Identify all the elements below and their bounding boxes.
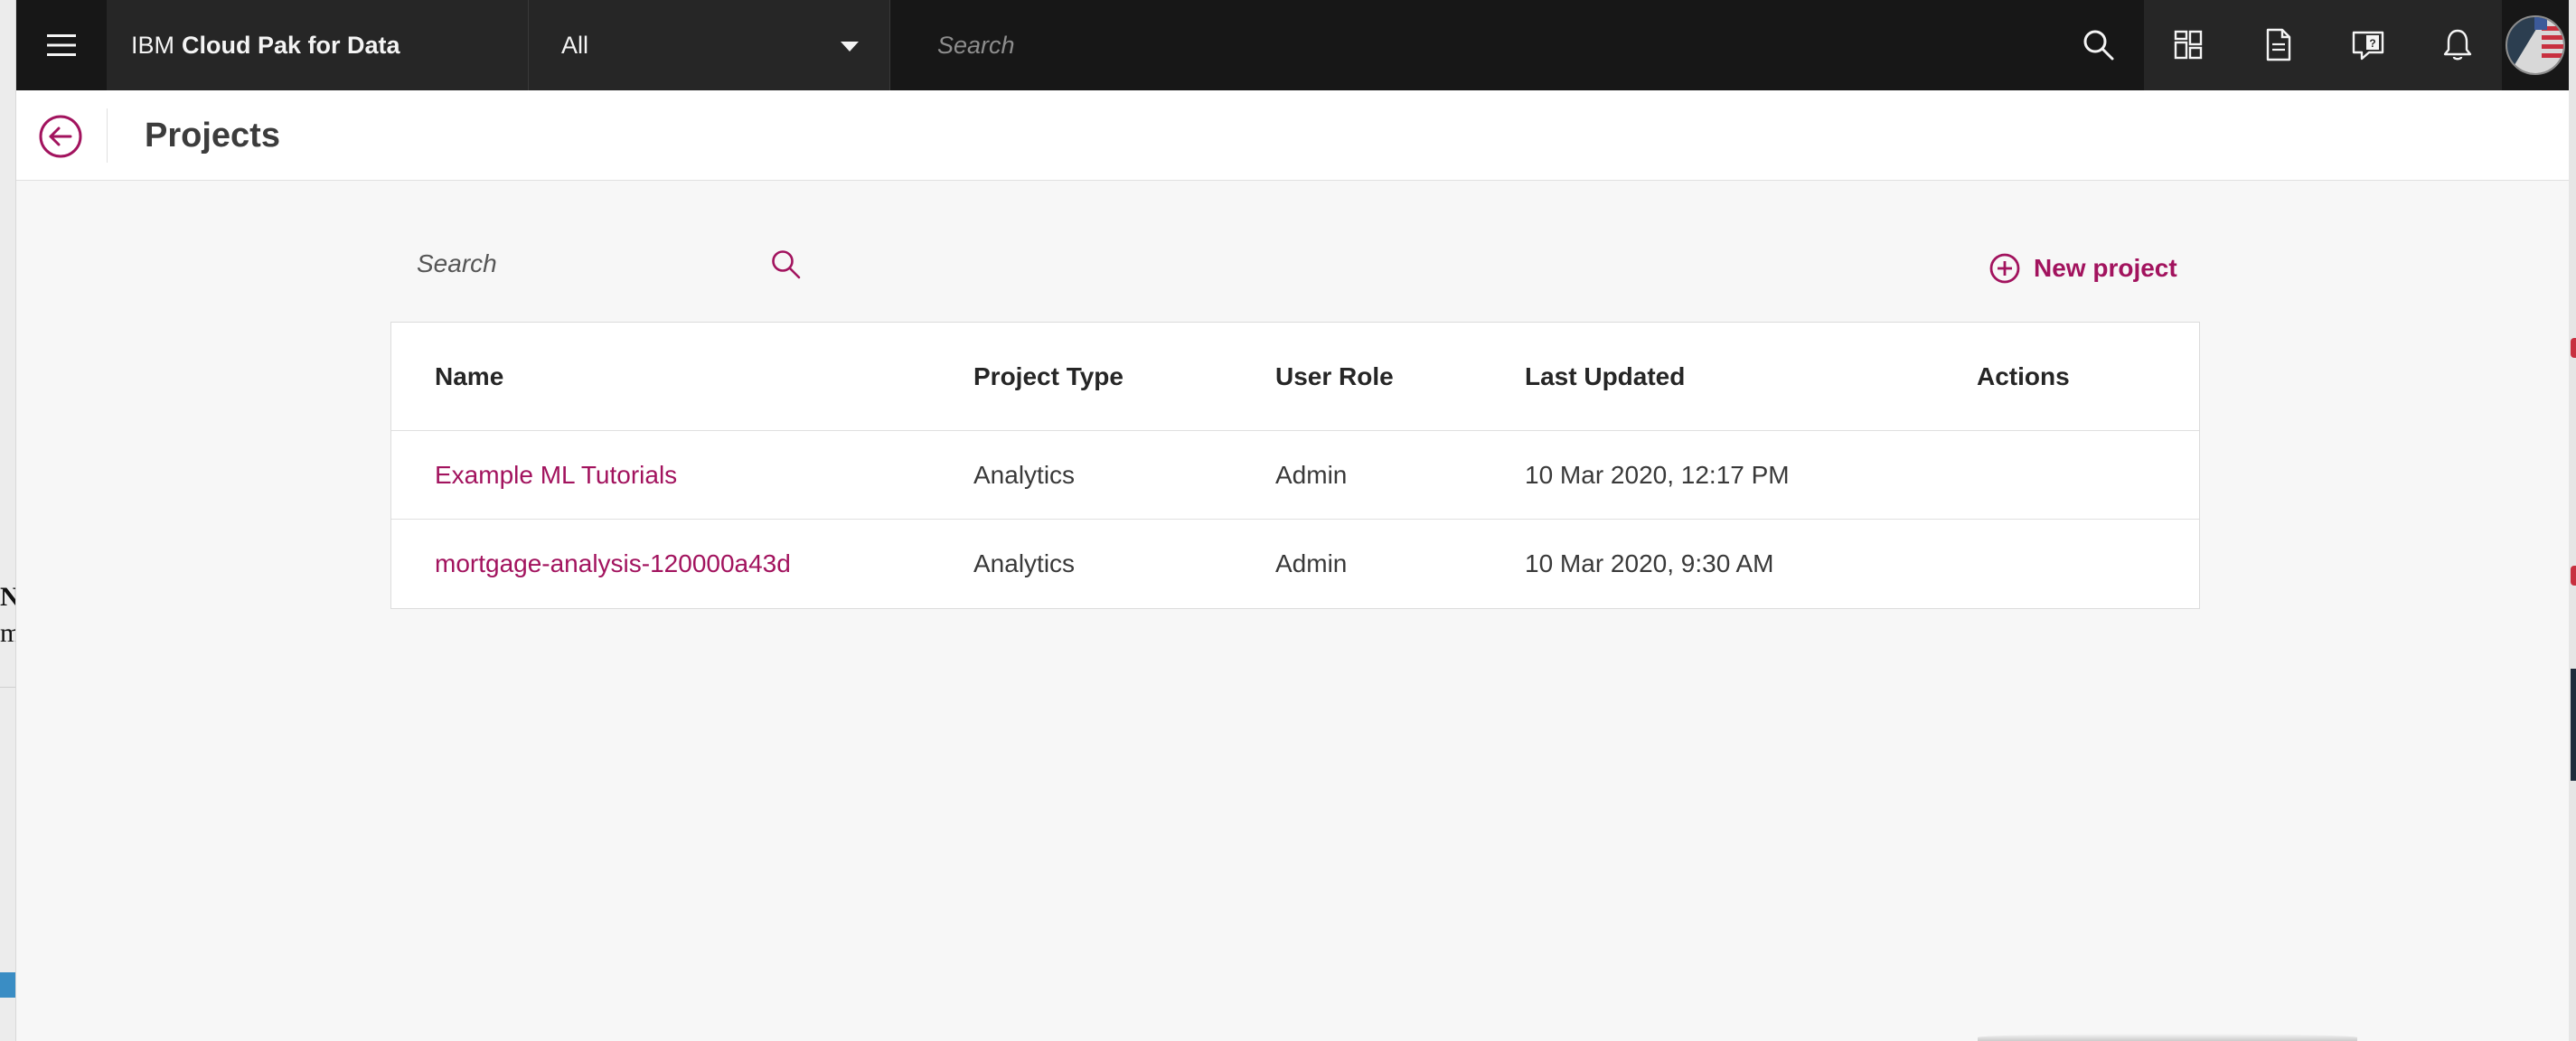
projects-table: Name Project Type User Role Last Updated… bbox=[390, 322, 2200, 609]
table-row[interactable]: Example ML Tutorials Analytics Admin 10 … bbox=[391, 431, 2199, 520]
column-header-actions: Actions bbox=[1977, 361, 2070, 390]
table-row[interactable]: mortgage-analysis-120000a43d Analytics A… bbox=[391, 520, 2199, 608]
svg-text:?: ? bbox=[2369, 37, 2375, 50]
project-type: Analytics bbox=[973, 460, 1076, 489]
help-icon: ? bbox=[2352, 31, 2383, 61]
apps-button[interactable] bbox=[2144, 0, 2233, 90]
avatar bbox=[2505, 15, 2565, 75]
background-blue-block bbox=[0, 972, 15, 998]
header-divider bbox=[107, 108, 108, 163]
project-name-link[interactable]: mortgage-analysis-120000a43d bbox=[435, 520, 791, 608]
project-search bbox=[390, 235, 814, 293]
new-project-button[interactable]: New project bbox=[1988, 248, 2177, 289]
document-icon bbox=[2266, 28, 2290, 61]
search-scope-dropdown[interactable]: All bbox=[528, 0, 889, 90]
user-role: Admin bbox=[1275, 460, 1348, 489]
last-updated: 10 Mar 2020, 12:17 PM bbox=[1525, 460, 1790, 489]
user-profile-button[interactable] bbox=[2502, 0, 2569, 90]
global-search-input[interactable] bbox=[890, 0, 2047, 90]
scope-value: All bbox=[561, 31, 589, 59]
documentation-button[interactable] bbox=[2233, 0, 2323, 90]
column-header-project-type[interactable]: Project Type bbox=[973, 323, 1123, 430]
menu-icon bbox=[47, 34, 76, 56]
menu-button[interactable] bbox=[16, 0, 107, 90]
back-arrow-icon[interactable] bbox=[38, 114, 83, 159]
background-dark-block bbox=[2571, 669, 2576, 781]
screen: N m IBM Cloud Pak for Data All bbox=[0, 0, 2576, 1041]
project-type: Analytics bbox=[973, 549, 1076, 577]
project-name-link[interactable]: Example ML Tutorials bbox=[435, 431, 677, 519]
search-icon[interactable] bbox=[2081, 27, 2117, 63]
help-button[interactable]: ? bbox=[2323, 0, 2412, 90]
page-title: Projects bbox=[145, 117, 280, 155]
header-tools: ? bbox=[2144, 0, 2502, 90]
column-header-last-updated[interactable]: Last Updated bbox=[1525, 323, 1685, 430]
global-search bbox=[889, 0, 2144, 90]
background-text-fragment: m bbox=[0, 618, 15, 649]
last-updated: 10 Mar 2020, 9:30 AM bbox=[1525, 549, 1774, 577]
top-navigation-bar: IBM Cloud Pak for Data All Search ? bbox=[16, 0, 2569, 90]
app-window: IBM Cloud Pak for Data All Search ? Proj… bbox=[16, 0, 2569, 1041]
search-icon[interactable] bbox=[769, 248, 804, 282]
background-divider bbox=[0, 687, 15, 688]
background-red-mark bbox=[2571, 338, 2576, 358]
page-header: Projects bbox=[16, 90, 2569, 181]
add-circle-icon bbox=[1989, 253, 2020, 284]
background-window-left: N m bbox=[0, 0, 16, 1041]
apps-icon bbox=[2174, 30, 2202, 60]
user-role: Admin bbox=[1275, 549, 1348, 577]
background-window-right bbox=[2569, 0, 2576, 1041]
notification-icon bbox=[2443, 29, 2471, 61]
table-header-row: Name Project Type User Role Last Updated… bbox=[391, 323, 2199, 431]
new-project-label: New project bbox=[2034, 254, 2177, 282]
project-search-input[interactable] bbox=[390, 235, 751, 293]
column-header-name[interactable]: Name bbox=[435, 323, 503, 430]
background-red-mark bbox=[2571, 566, 2576, 586]
column-header-user-role[interactable]: User Role bbox=[1275, 323, 1394, 430]
background-text-fragment: N bbox=[0, 582, 15, 613]
brand-name: Cloud Pak for Data bbox=[182, 31, 400, 59]
product-name[interactable]: IBM Cloud Pak for Data bbox=[107, 0, 528, 90]
overlay-shadow bbox=[1978, 1034, 2357, 1041]
brand-prefix: IBM bbox=[131, 31, 175, 59]
caret-down-icon bbox=[841, 42, 859, 52]
notifications-button[interactable] bbox=[2412, 0, 2502, 90]
